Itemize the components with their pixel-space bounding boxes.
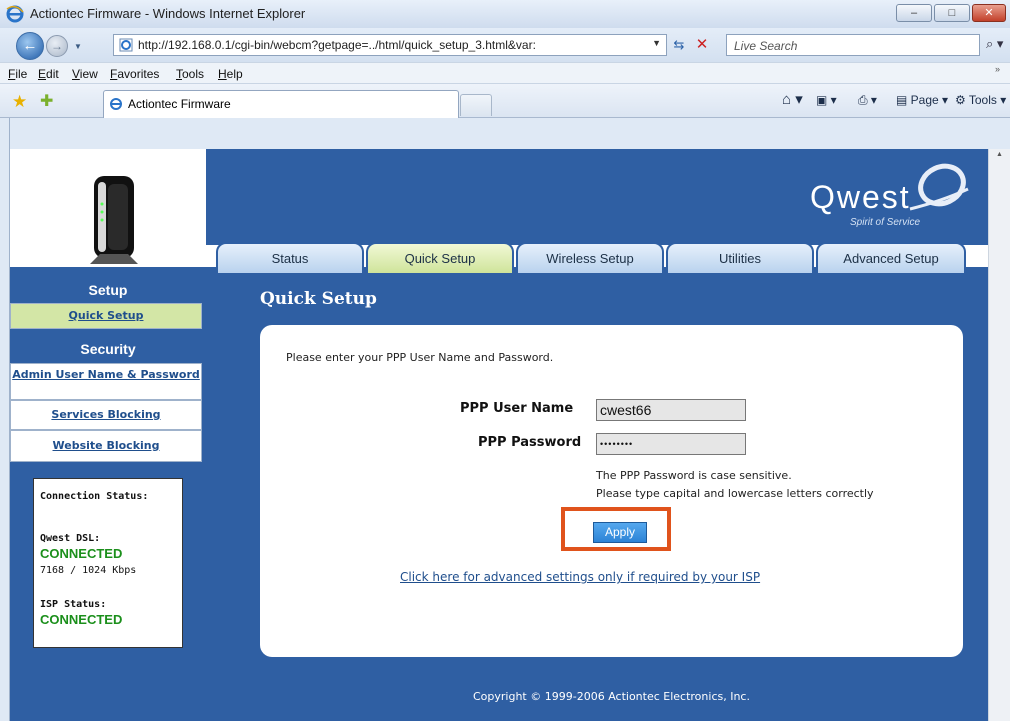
sidebar-item-admin-user[interactable]: Admin User Name & Password bbox=[10, 363, 202, 400]
browser-window: Actiontec Firmware - Windows Internet Ex… bbox=[0, 0, 1010, 721]
sidebar-item-quick-setup[interactable]: Quick Setup bbox=[10, 303, 202, 329]
menu-bar: File Edit View Favorites Tools Help » bbox=[0, 62, 1010, 84]
search-placeholder: Live Search bbox=[734, 39, 798, 53]
title-bar: Actiontec Firmware - Windows Internet Ex… bbox=[0, 0, 1010, 28]
print-icon[interactable]: ⎙ ▾ bbox=[858, 93, 877, 108]
maximize-button[interactable]: □ bbox=[934, 4, 970, 22]
router-image bbox=[90, 176, 138, 264]
intro-text: Please enter your PPP User Name and Pass… bbox=[286, 351, 554, 364]
address-toolbar: ← → ▼ http://192.168.0.1/cgi-bin/webcm?g… bbox=[0, 28, 1010, 62]
minimize-button[interactable]: – bbox=[896, 4, 932, 22]
menu-favorites[interactable]: Favorites bbox=[110, 67, 159, 81]
password-label: PPP Password bbox=[478, 435, 582, 450]
add-favorite-icon[interactable]: ✚ bbox=[40, 91, 53, 111]
password-note-line2: Please type capital and lowercase letter… bbox=[596, 487, 874, 500]
sidebar-item-website-blocking[interactable]: Website Blocking bbox=[10, 430, 202, 462]
stop-icon[interactable]: ✕ bbox=[691, 34, 713, 56]
tab-status[interactable]: Status bbox=[216, 242, 364, 273]
page-viewport: Qwest Spirit of Service Status Quick Set… bbox=[10, 149, 988, 721]
menu-view[interactable]: View bbox=[72, 67, 98, 81]
page-title: Quick Setup bbox=[260, 289, 377, 309]
favorites-star-icon[interactable]: ★ bbox=[12, 92, 27, 112]
username-label: PPP User Name bbox=[460, 401, 574, 416]
back-button[interactable]: ← bbox=[16, 32, 44, 60]
address-dropdown-icon[interactable]: ▼ bbox=[652, 38, 661, 48]
search-icon[interactable]: ⌕ ▾ bbox=[986, 36, 1003, 52]
connection-status-heading: Connection Status: bbox=[40, 491, 149, 502]
tab-wireless-setup[interactable]: Wireless Setup bbox=[516, 242, 664, 273]
advanced-settings-link[interactable]: Click here for advanced settings only if… bbox=[400, 570, 760, 584]
address-bar[interactable]: http://192.168.0.1/cgi-bin/webcm?getpage… bbox=[113, 34, 667, 56]
tab-advanced-setup[interactable]: Advanced Setup bbox=[816, 242, 966, 273]
forward-button[interactable]: → bbox=[46, 35, 68, 57]
browser-tab[interactable]: Actiontec Firmware bbox=[103, 90, 459, 118]
ie-logo-icon bbox=[6, 5, 24, 23]
menu-help[interactable]: Help bbox=[218, 67, 243, 81]
quick-setup-panel: Please enter your PPP User Name and Pass… bbox=[260, 325, 963, 657]
tab-quick-setup[interactable]: Quick Setup bbox=[366, 242, 514, 273]
menu-edit[interactable]: Edit bbox=[38, 67, 59, 81]
forward-arrow-icon: → bbox=[51, 39, 63, 53]
password-input[interactable]: •••••••• bbox=[596, 433, 746, 455]
browser-tab-label: Actiontec Firmware bbox=[128, 97, 231, 111]
sidebar: Setup Quick Setup Security Admin User Na… bbox=[10, 273, 206, 721]
connection-status-box: Connection Status: Qwest DSL: CONNECTED … bbox=[33, 478, 183, 648]
username-input[interactable]: cwest66 bbox=[596, 399, 746, 421]
tools-menu-label: Tools bbox=[968, 93, 997, 107]
ie-page-icon bbox=[119, 38, 133, 52]
sidebar-heading-setup: Setup bbox=[88, 282, 128, 298]
menu-file[interactable]: File bbox=[8, 67, 27, 81]
browser-frame-strip bbox=[0, 118, 1010, 149]
qwest-swoosh-icon bbox=[909, 163, 969, 211]
home-icon[interactable]: ⌂ ▾ bbox=[782, 90, 803, 108]
isp-label: ISP Status: bbox=[40, 599, 107, 610]
browser-frame-left bbox=[0, 118, 10, 721]
page-menu-label: Page bbox=[910, 93, 939, 107]
dsl-speed: 7168 / 1024 Kbps bbox=[40, 565, 137, 576]
maximize-icon: □ bbox=[948, 7, 956, 19]
scroll-up-icon[interactable]: ▲ bbox=[989, 151, 1010, 158]
tools-menu[interactable]: ⚙ Tools ▾ bbox=[955, 93, 1006, 107]
sidebar-item-services-blocking[interactable]: Services Blocking bbox=[10, 400, 202, 430]
close-button[interactable]: ✕ bbox=[972, 4, 1006, 22]
copyright-text: Copyright © 1999-2006 Actiontec Electron… bbox=[473, 690, 750, 703]
qwest-logo: Qwest Spirit of Service bbox=[782, 163, 982, 231]
search-input[interactable]: Live Search bbox=[726, 34, 980, 56]
address-url[interactable]: http://192.168.0.1/cgi-bin/webcm?getpage… bbox=[138, 38, 646, 52]
menu-tools[interactable]: Tools bbox=[176, 67, 204, 81]
refresh-icon[interactable]: ⇆ bbox=[668, 34, 690, 56]
back-arrow-icon: ← bbox=[22, 37, 38, 54]
minimize-icon: – bbox=[910, 7, 918, 19]
page-menu[interactable]: ▤ Page ▾ bbox=[896, 93, 948, 107]
recent-pages-dropdown-icon[interactable]: ▼ bbox=[74, 42, 82, 51]
feeds-icon[interactable]: ▣ ▾ bbox=[816, 93, 837, 107]
window-title: Actiontec Firmware - Windows Internet Ex… bbox=[30, 6, 306, 21]
brand-name: Qwest bbox=[810, 179, 911, 215]
brand-tagline: Spirit of Service bbox=[850, 217, 921, 228]
chevron-right-icon[interactable]: » bbox=[995, 64, 1000, 74]
close-icon: ✕ bbox=[984, 7, 994, 19]
dsl-status: CONNECTED bbox=[40, 546, 123, 561]
ie-page-icon bbox=[110, 98, 122, 110]
new-tab-button[interactable] bbox=[460, 94, 492, 116]
sidebar-heading-security: Security bbox=[80, 341, 136, 357]
dsl-label: Qwest DSL: bbox=[40, 533, 101, 544]
vertical-scrollbar[interactable]: ▲ bbox=[988, 149, 1010, 721]
tab-toolbar: ★ ✚ Actiontec Firmware ⌂ ▾ ▣ ▾ ⎙ ▾ ▤ Pag… bbox=[0, 84, 1010, 118]
tab-utilities[interactable]: Utilities bbox=[666, 242, 814, 273]
apply-button[interactable]: Apply bbox=[593, 522, 647, 543]
password-note-line1: The PPP Password is case sensitive. bbox=[596, 469, 792, 482]
isp-status: CONNECTED bbox=[40, 612, 123, 627]
